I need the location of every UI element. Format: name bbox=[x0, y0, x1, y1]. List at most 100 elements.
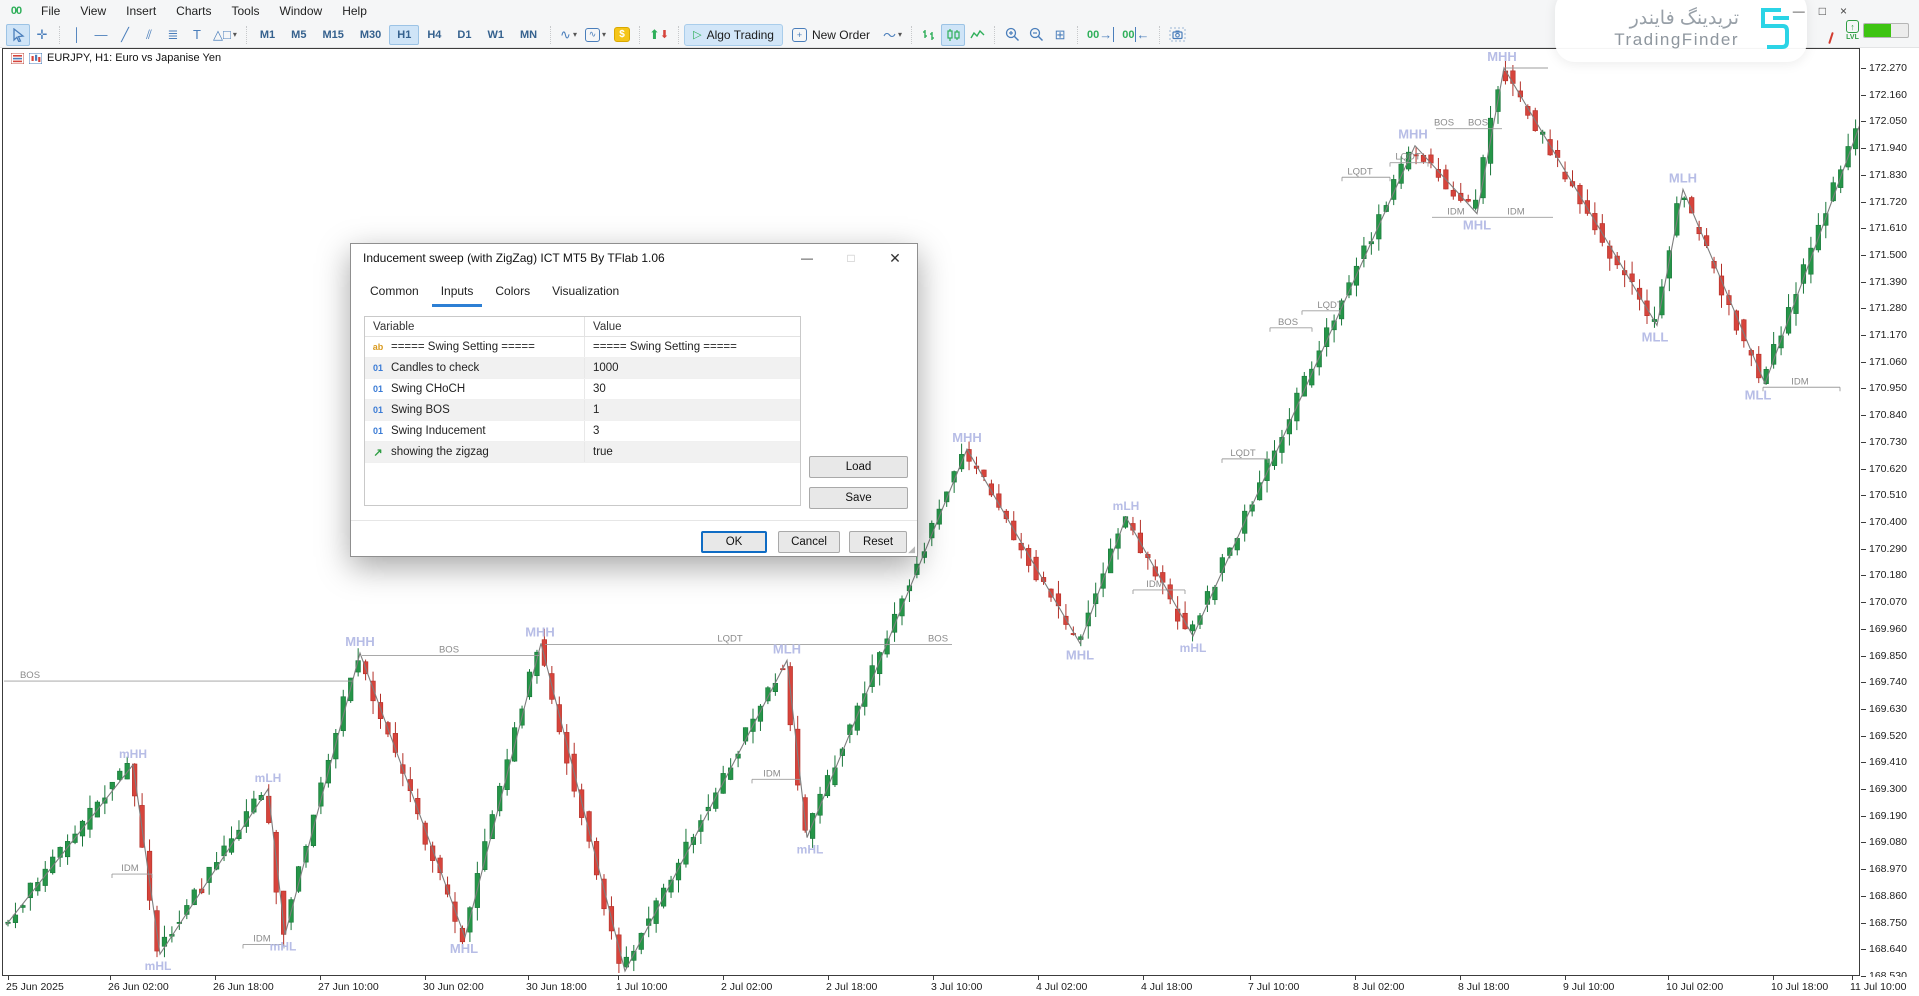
tab-visualization[interactable]: Visualization bbox=[543, 280, 628, 307]
parameter-row[interactable]: ↗showing the zigzagtrue bbox=[365, 442, 800, 463]
indicators-icon[interactable]: ∿▾ bbox=[581, 24, 610, 46]
time-tick bbox=[828, 976, 829, 980]
level-label: BOS bbox=[928, 634, 948, 645]
parameter-value[interactable]: true bbox=[585, 446, 800, 458]
bars-mode-icon[interactable] bbox=[917, 24, 941, 46]
text-tool-icon[interactable]: T bbox=[185, 24, 209, 46]
ok-button[interactable]: OK bbox=[701, 531, 767, 553]
chart-line-type-icon[interactable]: ∿▾ bbox=[556, 24, 581, 46]
candlestick-chart[interactable]: BOSBOSLQDTBOSIDMIDMIDMIDMLQDTBOSLQDTLQDT… bbox=[3, 49, 1859, 975]
timeframe-w1[interactable]: W1 bbox=[479, 25, 512, 45]
auto-scroll-icon[interactable]: 00← bbox=[1118, 24, 1153, 46]
timeframe-mn[interactable]: MN bbox=[512, 25, 545, 45]
fibonacci-icon[interactable]: ≣ bbox=[161, 24, 185, 46]
reset-button[interactable]: Reset bbox=[849, 531, 907, 553]
parameter-row[interactable]: 01Candles to check1000 bbox=[365, 358, 800, 379]
01-parameter-icon: 01 bbox=[369, 363, 387, 373]
dialog-close-icon[interactable]: ✕ bbox=[873, 244, 917, 272]
time-label: 8 Jul 02:00 bbox=[1353, 981, 1404, 993]
vertical-line-icon[interactable]: │ bbox=[65, 24, 89, 46]
parameter-value[interactable]: 3 bbox=[585, 425, 800, 437]
pattern-tool-icon[interactable]: 〜▾ bbox=[879, 24, 906, 46]
timeframe-m1[interactable]: M1 bbox=[252, 25, 283, 45]
load-button[interactable]: Load bbox=[809, 456, 908, 478]
shift-end-icon[interactable]: 00→ bbox=[1083, 24, 1118, 46]
indicator-box-icon: ∿ bbox=[585, 28, 600, 42]
menu-window[interactable]: Window bbox=[271, 2, 332, 20]
timeframe-m30[interactable]: M30 bbox=[352, 25, 389, 45]
time-tick bbox=[320, 976, 321, 980]
price-label: 170.840 bbox=[1869, 409, 1907, 421]
time-tick bbox=[1668, 976, 1669, 980]
line-mode-icon[interactable] bbox=[965, 24, 989, 46]
parameter-row[interactable]: 01Swing Inducement3 bbox=[365, 421, 800, 442]
parameter-name: showing the zigzag bbox=[391, 446, 489, 458]
timeframe-h1[interactable]: H1 bbox=[389, 25, 419, 45]
screenshot-camera-icon[interactable] bbox=[1165, 24, 1190, 46]
candle-body bbox=[1235, 538, 1240, 550]
candle-body bbox=[773, 683, 778, 691]
price-tick bbox=[1861, 469, 1866, 470]
price-tick bbox=[1861, 228, 1866, 229]
price-label: 169.960 bbox=[1869, 623, 1907, 635]
trendline-icon[interactable]: ╱ bbox=[113, 24, 137, 46]
time-label: 30 Jun 02:00 bbox=[423, 981, 484, 993]
timeframe-h4[interactable]: H4 bbox=[419, 25, 449, 45]
candle-body bbox=[877, 652, 882, 673]
time-tick bbox=[1143, 976, 1144, 980]
parameter-value[interactable]: 1000 bbox=[585, 362, 800, 374]
parameter-value[interactable]: 30 bbox=[585, 383, 800, 395]
time-label: 3 Jul 10:00 bbox=[931, 981, 982, 993]
zoom-in-icon[interactable] bbox=[1000, 24, 1024, 46]
buy-sell-arrows-icon[interactable]: ⬆⬇ bbox=[645, 24, 673, 46]
channel-icon[interactable]: ⫽ bbox=[137, 24, 161, 46]
menu-view[interactable]: View bbox=[71, 2, 115, 20]
cursor-icon[interactable] bbox=[6, 24, 30, 46]
candle-body bbox=[13, 915, 18, 923]
candles-mode-icon[interactable] bbox=[941, 24, 965, 46]
tab-inputs[interactable]: Inputs bbox=[432, 280, 483, 307]
chart-area[interactable]: EURJPY, H1: Euro vs Japanise Yen BOSBOSL… bbox=[2, 48, 1860, 976]
new-order-button[interactable]: + New Order bbox=[783, 24, 879, 46]
menu-insert[interactable]: Insert bbox=[117, 2, 165, 20]
tile-windows-icon[interactable]: ⊞ bbox=[1048, 24, 1072, 46]
menu-tools[interactable]: Tools bbox=[223, 2, 269, 20]
price-label: 168.860 bbox=[1869, 890, 1907, 902]
price-tick bbox=[1861, 682, 1866, 683]
timeframe-m5[interactable]: M5 bbox=[283, 25, 314, 45]
crosshair-icon[interactable]: ✛ bbox=[30, 24, 54, 46]
close-window-icon[interactable]: × bbox=[1840, 4, 1847, 18]
column-header-variable: Variable bbox=[365, 317, 585, 336]
timeframe-d1[interactable]: D1 bbox=[449, 25, 479, 45]
currency-icon[interactable]: $ bbox=[610, 24, 634, 46]
price-tick bbox=[1861, 121, 1866, 122]
algo-trading-button[interactable]: ▷ Algo Trading bbox=[684, 24, 783, 46]
timeframe-m15[interactable]: M15 bbox=[314, 25, 351, 45]
dialog-maximize-icon[interactable]: □ bbox=[829, 244, 873, 272]
parameter-row[interactable]: 01Swing BOS1 bbox=[365, 400, 800, 421]
save-button[interactable]: Save bbox=[809, 487, 908, 509]
parameter-value[interactable]: 1 bbox=[585, 404, 800, 416]
minimize-window-icon[interactable]: — bbox=[1793, 4, 1805, 18]
cancel-button[interactable]: Cancel bbox=[778, 531, 840, 553]
parameter-row[interactable]: ab===== Swing Setting ========== Swing S… bbox=[365, 337, 800, 358]
tab-common[interactable]: Common bbox=[361, 280, 428, 307]
parameter-row[interactable]: 01Swing CHoCH30 bbox=[365, 379, 800, 400]
horizontal-line-icon[interactable]: — bbox=[89, 24, 113, 46]
shapes-icon[interactable]: △□▾ bbox=[209, 24, 241, 46]
resize-grip[interactable]: ◢ bbox=[908, 544, 915, 555]
structure-label-MLH: MLH bbox=[773, 641, 801, 656]
restore-window-icon[interactable]: □ bbox=[1819, 4, 1826, 18]
menu-charts[interactable]: Charts bbox=[167, 2, 220, 20]
time-axis[interactable]: 25 Jun 202526 Jun 02:0026 Jun 18:0027 Ju… bbox=[0, 977, 1919, 996]
parameter-value[interactable]: ===== Swing Setting ===== bbox=[585, 341, 800, 353]
price-label: 171.720 bbox=[1869, 196, 1907, 208]
price-axis[interactable]: 172.270172.160172.050171.940171.830171.7… bbox=[1861, 48, 1919, 976]
level-label: BOS bbox=[20, 670, 40, 681]
menu-help[interactable]: Help bbox=[333, 2, 376, 20]
tab-colors[interactable]: Colors bbox=[486, 280, 539, 307]
price-tick bbox=[1861, 308, 1866, 309]
dialog-minimize-icon[interactable]: — bbox=[785, 244, 829, 272]
zoom-out-icon[interactable] bbox=[1024, 24, 1048, 46]
menu-file[interactable]: File bbox=[32, 2, 69, 20]
